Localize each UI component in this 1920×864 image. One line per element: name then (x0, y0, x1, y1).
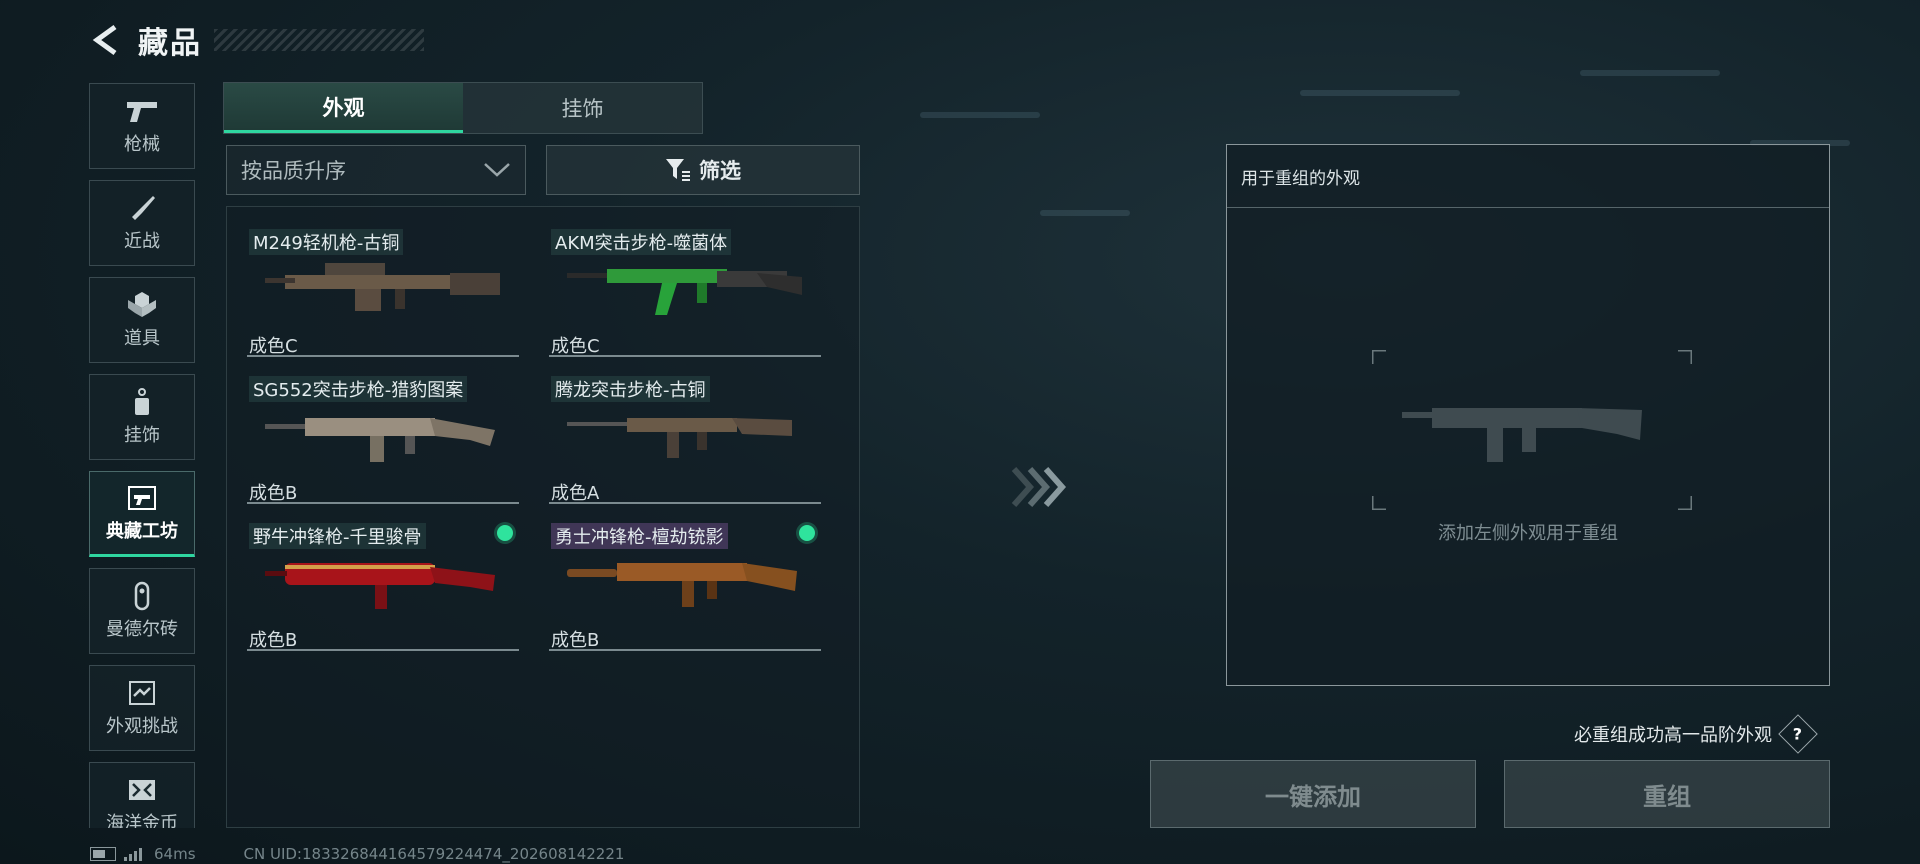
skin-name: 勇士冲锋枪-檀劫铳影 (551, 523, 728, 549)
recombine-note-text: 必重组成功高一品阶外观 (1574, 725, 1772, 746)
filter-button[interactable]: 筛选 (546, 145, 860, 195)
sidebar-item-charms[interactable]: 挂饰 (89, 374, 195, 460)
skin-name: 野牛冲锋枪-千里骏骨 (249, 523, 426, 549)
recombine-panel: 用于重组的外观 添加左侧外观用于重组 (1226, 144, 1830, 686)
skin-card[interactable]: 勇士冲锋枪-檀劫铳影 成色B (537, 511, 827, 651)
sidebar-item-label: 道具 (124, 328, 160, 349)
weapon-image (567, 269, 802, 315)
coin-icon (124, 775, 160, 805)
sidebar-item-ocean-coin[interactable]: 海洋金币 (89, 762, 195, 828)
skin-card[interactable]: 野牛冲锋枪-千里骏骨 成色B (235, 511, 525, 651)
knife-icon (124, 193, 160, 223)
sidebar-item-label: 海洋金币 (106, 813, 178, 828)
card-underline (549, 355, 821, 357)
weapon-image (567, 563, 797, 607)
brick-icon (124, 581, 160, 611)
sidebar-item-label: 近战 (124, 231, 160, 252)
card-underline (247, 355, 519, 357)
sort-label: 按品质升序 (241, 159, 346, 183)
recombine-note: 必重组成功高一品阶外观 ? (1574, 714, 1818, 754)
skin-card[interactable]: AKM突击步枪-噬菌体 成色C (537, 217, 827, 357)
grenade-icon (124, 290, 160, 320)
skin-card[interactable]: SG552突击步枪-猎豹图案 成色B (235, 364, 525, 504)
weapon-image (567, 418, 792, 458)
recombine-button[interactable]: 重组 (1504, 760, 1830, 828)
recombine-header: 用于重组的外观 (1227, 145, 1829, 208)
back-arrow-icon (92, 24, 117, 56)
category-tabs: 外观 挂饰 (223, 82, 703, 134)
skin-name: AKM突击步枪-噬菌体 (551, 229, 732, 255)
chevron-down-icon (484, 163, 510, 177)
card-underline (549, 649, 821, 651)
skin-card[interactable]: M249轻机枪-古铜 成色C (235, 217, 525, 357)
workshop-icon (124, 483, 160, 513)
skin-name: M249轻机枪-古铜 (249, 229, 404, 255)
uid-label: CN UID:18332684416457922447­4_2026081422… (243, 845, 625, 863)
sidebar-item-label: 外观挑战 (106, 716, 178, 737)
signal-icon (124, 847, 144, 861)
sidebar-item-label: 典藏工坊 (106, 521, 178, 542)
sidebar-item-firearms[interactable]: 枪械 (89, 83, 195, 169)
arrow-right-icon (1011, 467, 1067, 507)
card-underline (247, 502, 519, 504)
sidebar-item-label: 挂饰 (124, 425, 160, 446)
battery-icon (90, 847, 116, 861)
skin-card[interactable]: 腾龙突击步枪-古铜 成色A (537, 364, 827, 504)
tab-appearance[interactable]: 外观 (224, 83, 463, 133)
page-title: 藏品 (138, 26, 202, 61)
filter-icon (666, 159, 690, 181)
sidebar-item-label: 枪械 (124, 134, 160, 155)
help-button[interactable]: ? (1778, 714, 1818, 754)
filter-label: 筛选 (699, 159, 741, 183)
card-underline (549, 502, 821, 504)
weapon-image (265, 418, 495, 462)
tab-charms[interactable]: 挂饰 (463, 83, 702, 133)
sidebar-item-label: 曼德尔砖 (106, 619, 178, 640)
title-decoration (214, 29, 424, 51)
charm-icon (124, 387, 160, 417)
quick-add-button[interactable]: 一键添加 (1150, 760, 1476, 828)
sidebar-item-mandel-brick[interactable]: 曼德尔砖 (89, 568, 195, 654)
recombine-slot[interactable] (1372, 350, 1692, 510)
pistol-icon (124, 96, 160, 126)
sidebar-item-props[interactable]: 道具 (89, 277, 195, 363)
skin-name: 腾龙突击步枪-古铜 (551, 376, 710, 402)
recombine-hint: 添加左侧外观用于重组 (1438, 523, 1618, 544)
card-underline (247, 649, 519, 651)
sidebar-item-workshop[interactable]: 典藏工坊 (89, 471, 195, 557)
status-bar: 64ms CN UID:18332684416457922447­4_20260… (90, 845, 624, 863)
ping-label: 64ms (154, 845, 196, 863)
question-mark-icon: ? (1793, 724, 1803, 744)
status-dot (497, 525, 513, 541)
challenge-icon (124, 678, 160, 708)
weapon-image (265, 563, 495, 609)
status-dot (799, 525, 815, 541)
weapon-image (265, 263, 500, 311)
skin-grid: M249轻机枪-古铜 成色C AKM突击步枪-噬菌体 成色C SG552突击步枪… (226, 206, 860, 828)
sidebar: 枪械 近战 道具 挂饰 典藏工坊 曼德尔砖 外观挑战 海洋金币 (89, 83, 197, 828)
sidebar-item-skin-challenge[interactable]: 外观挑战 (89, 665, 195, 751)
skin-name: SG552突击步枪-猎豹图案 (249, 376, 468, 402)
back-button[interactable] (88, 22, 124, 58)
title-bar: 藏品 (88, 18, 424, 62)
sort-dropdown[interactable]: 按品质升序 (226, 145, 526, 195)
sidebar-item-melee[interactable]: 近战 (89, 180, 195, 266)
